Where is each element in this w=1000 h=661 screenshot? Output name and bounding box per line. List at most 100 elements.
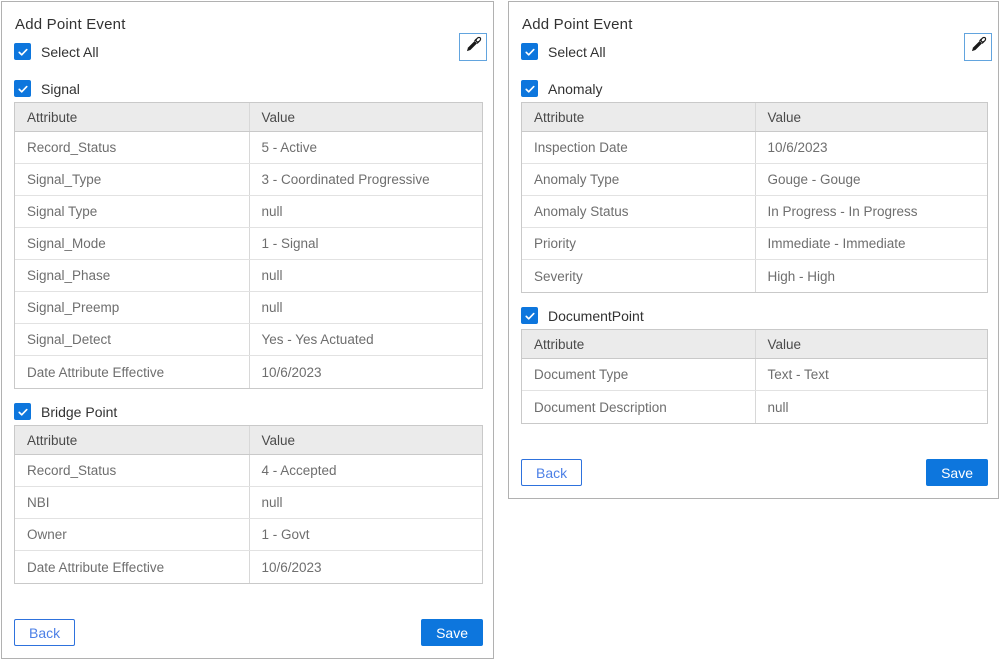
value-column-header: Value (755, 103, 988, 131)
value-cell: Gouge - Gouge (755, 164, 988, 195)
value-cell: null (249, 260, 483, 291)
attribute-cell: Anomaly Type (522, 164, 755, 195)
anomaly-table: Attribute Value Inspection Date 10/6/202… (521, 102, 988, 293)
add-point-event-panel-left: Add Point Event Select All Signal Attrib… (1, 1, 494, 659)
eyedropper-icon (969, 35, 988, 59)
value-cell: null (249, 196, 483, 227)
table-row: Anomaly Type Gouge - Gouge (522, 164, 987, 196)
table-row: Priority Immediate - Immediate (522, 228, 987, 260)
checkmark-icon (524, 310, 536, 322)
page-title: Add Point Event (522, 16, 988, 33)
value-cell: 1 - Govt (249, 519, 483, 550)
table-row: Inspection Date 10/6/2023 (522, 132, 987, 164)
table-row: Signal_Mode 1 - Signal (15, 228, 482, 260)
checkmark-icon (524, 83, 536, 95)
save-button[interactable]: Save (421, 619, 483, 646)
back-button[interactable]: Back (521, 459, 582, 486)
attribute-cell: Record_Status (15, 132, 249, 163)
bridge-point-table: Attribute Value Record_Status 4 - Accept… (14, 425, 483, 584)
table-row: Record_Status 4 - Accepted (15, 455, 482, 487)
attribute-cell: Signal_Phase (15, 260, 249, 291)
section-label-bridge-point: Bridge Point (41, 404, 117, 420)
table-row: Signal_Phase null (15, 260, 482, 292)
eyedropper-icon (464, 35, 483, 59)
value-cell: 5 - Active (249, 132, 483, 163)
select-all-row: Select All (14, 43, 483, 60)
table-header: Attribute Value (522, 103, 987, 132)
value-cell: 1 - Signal (249, 228, 483, 259)
attribute-cell: Signal_Preemp (15, 292, 249, 323)
attribute-cell: Severity (522, 260, 755, 292)
table-row: Owner 1 - Govt (15, 519, 482, 551)
table-row: Date Attribute Effective 10/6/2023 (15, 356, 482, 388)
panel-footer: Back Save (521, 459, 988, 486)
select-all-label: Select All (548, 44, 606, 60)
attribute-cell: Record_Status (15, 455, 249, 486)
attribute-cell: Priority (522, 228, 755, 259)
attribute-cell: Anomaly Status (522, 196, 755, 227)
select-all-checkbox[interactable] (14, 43, 31, 60)
value-cell: null (249, 487, 483, 518)
table-row: Signal_Detect Yes - Yes Actuated (15, 324, 482, 356)
table-row: NBI null (15, 487, 482, 519)
attribute-cell: Owner (15, 519, 249, 550)
panel-footer: Back Save (14, 619, 483, 646)
section-row-documentpoint: DocumentPoint (521, 307, 988, 324)
value-cell: 4 - Accepted (249, 455, 483, 486)
signal-checkbox[interactable] (14, 80, 31, 97)
attribute-cell: Signal_Detect (15, 324, 249, 355)
attribute-cell: Date Attribute Effective (15, 551, 249, 583)
documentpoint-checkbox[interactable] (521, 307, 538, 324)
select-all-label: Select All (41, 44, 99, 60)
value-cell: In Progress - In Progress (755, 196, 988, 227)
checkmark-icon (17, 83, 29, 95)
checkmark-icon (524, 46, 536, 58)
anomaly-checkbox[interactable] (521, 80, 538, 97)
attribute-column-header: Attribute (522, 103, 755, 131)
table-row: Signal_Preemp null (15, 292, 482, 324)
value-cell: null (249, 292, 483, 323)
page-title: Add Point Event (15, 16, 483, 33)
bridge-point-checkbox[interactable] (14, 403, 31, 420)
table-header: Attribute Value (15, 103, 482, 132)
value-cell: 10/6/2023 (249, 551, 483, 583)
eyedropper-button[interactable] (459, 33, 487, 61)
attribute-cell: Document Description (522, 391, 755, 423)
value-cell: 10/6/2023 (249, 356, 483, 388)
attribute-column-header: Attribute (15, 103, 249, 131)
value-column-header: Value (249, 103, 483, 131)
section-row-anomaly: Anomaly (521, 80, 988, 97)
eyedropper-button[interactable] (964, 33, 992, 61)
table-row: Document Description null (522, 391, 987, 423)
value-cell: Text - Text (755, 359, 988, 390)
select-all-checkbox[interactable] (521, 43, 538, 60)
table-row: Severity High - High (522, 260, 987, 292)
table-row: Document Type Text - Text (522, 359, 987, 391)
value-cell: Yes - Yes Actuated (249, 324, 483, 355)
back-button[interactable]: Back (14, 619, 75, 646)
table-header: Attribute Value (15, 426, 482, 455)
section-row-bridge-point: Bridge Point (14, 403, 483, 420)
checkmark-icon (17, 46, 29, 58)
table-row: Signal Type null (15, 196, 482, 228)
add-point-event-panel-right: Add Point Event Select All Anomaly Attri… (508, 1, 999, 499)
attribute-cell: Document Type (522, 359, 755, 390)
value-cell: null (755, 391, 988, 423)
attribute-cell: Date Attribute Effective (15, 356, 249, 388)
value-cell: Immediate - Immediate (755, 228, 988, 259)
value-column-header: Value (755, 330, 988, 358)
attribute-column-header: Attribute (522, 330, 755, 358)
attribute-column-header: Attribute (15, 426, 249, 454)
attribute-cell: Signal_Mode (15, 228, 249, 259)
value-cell: High - High (755, 260, 988, 292)
documentpoint-table: Attribute Value Document Type Text - Tex… (521, 329, 988, 424)
section-label-signal: Signal (41, 81, 80, 97)
section-label-anomaly: Anomaly (548, 81, 602, 97)
save-button[interactable]: Save (926, 459, 988, 486)
table-header: Attribute Value (522, 330, 987, 359)
value-column-header: Value (249, 426, 483, 454)
select-all-row: Select All (521, 43, 988, 60)
attribute-cell: Signal_Type (15, 164, 249, 195)
table-row: Date Attribute Effective 10/6/2023 (15, 551, 482, 583)
signal-table: Attribute Value Record_Status 5 - Active… (14, 102, 483, 389)
